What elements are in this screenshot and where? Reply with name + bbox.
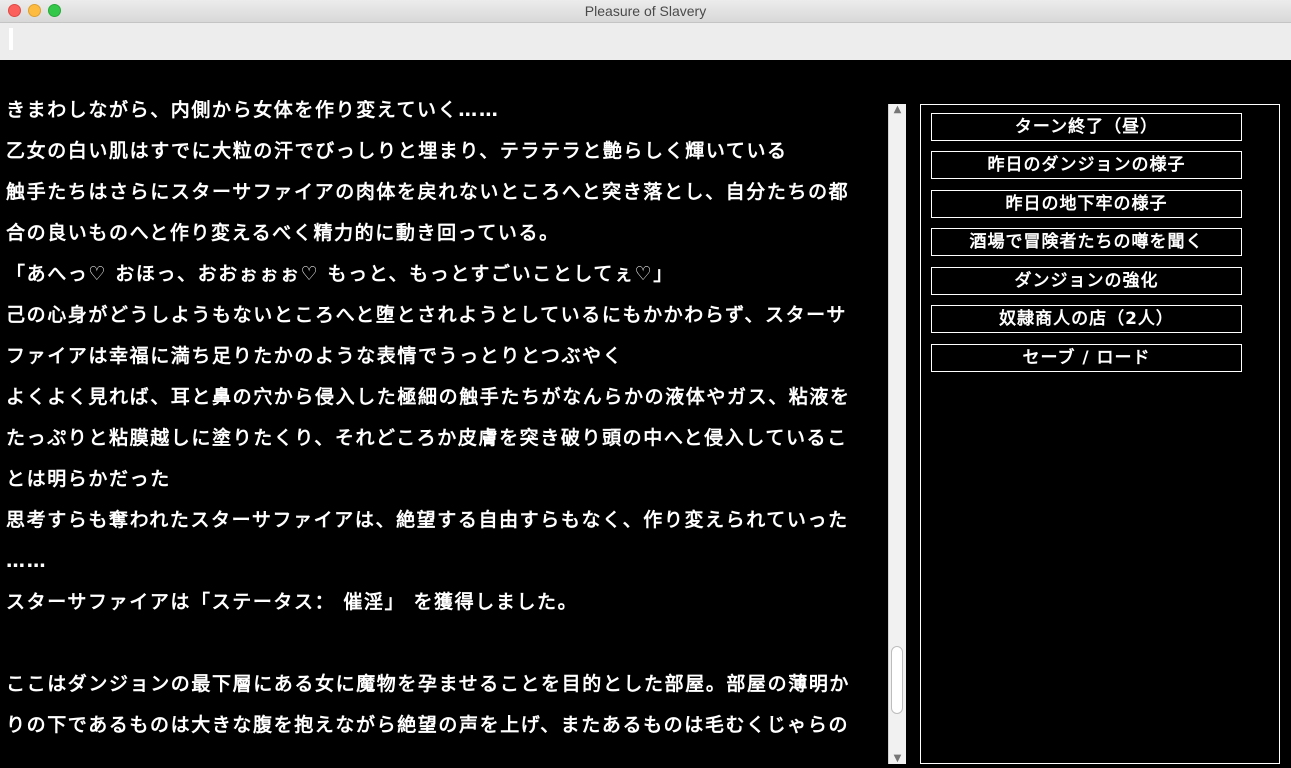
story-text-area: きまわしながら、内側から女体を作り変えていく…… 乙女の白い肌はすでに大粒の汗で… — [0, 100, 880, 768]
save-load-button[interactable]: セーブ / ロード — [931, 344, 1242, 372]
story-line: …… — [6, 550, 48, 572]
slave-shop-button[interactable]: 奴隷商人の店（2人） — [931, 305, 1242, 333]
dungeon-report-button[interactable]: 昨日のダンジョンの様子 — [931, 151, 1242, 179]
story-line: たっぷりと粘膜越しに塗りたくり、それどころか皮膚を突き破り頭の中へと侵入している… — [6, 427, 848, 449]
story-line: 乙女の白い肌はすでに大粒の汗でびっしりと埋まり、テラテラと艶らしく輝いている — [6, 140, 788, 162]
story-line: とは明らかだった — [6, 468, 171, 490]
command-input[interactable] — [0, 23, 1291, 60]
text-caret — [9, 28, 13, 50]
story-line: 触手たちはさらにスターサファイアの肉体を戻れないところへと突き落とし、自分たちの… — [6, 181, 850, 203]
scroll-down-arrow-icon[interactable]: ▼ — [889, 753, 906, 764]
window-title: Pleasure of Slavery — [584, 3, 707, 19]
story-line: 己の心身がどうしようもないところへと堕とされようとしているにもかかわらず、スター… — [6, 304, 847, 326]
story-scrollbar[interactable]: ▲ ▼ — [888, 104, 906, 764]
story-line: スターサファイアは「ステータス： 催淫」 を獲得しました。 — [6, 591, 579, 613]
story-line — [6, 623, 876, 664]
story-line: ファイアは幸福に満ち足りたかのような表情でうっとりとつぶやく — [6, 345, 624, 367]
title-bar: Pleasure of Slavery — [0, 0, 1291, 23]
scroll-up-arrow-icon[interactable]: ▲ — [889, 104, 906, 115]
story-line: 合の良いものへと作り変えるべく精力的に動き回っている。 — [6, 222, 560, 244]
story-line: よくよく見れば、耳と鼻の穴から侵入した極細の触手たちがなんらかの液体やガス、粘液… — [6, 386, 851, 408]
prison-report-button[interactable]: 昨日の地下牢の様子 — [931, 190, 1242, 218]
story-line: りの下であるものは大きな腹を抱えながら絶望の声を上げ、またあるものは毛むくじゃら… — [6, 714, 850, 736]
command-panel: ターン終了（昼） 昨日のダンジョンの様子 昨日の地下牢の様子 酒場で冒険者たちの… — [920, 104, 1280, 764]
scrollbar-thumb[interactable] — [891, 646, 903, 714]
story-line: 思考すらも奪われたスターサファイアは、絶望する自由すらもなく、作り変えられていっ… — [6, 509, 849, 531]
end-turn-button[interactable]: ターン終了（昼） — [931, 113, 1242, 141]
story-line: きまわしながら、内側から女体を作り変えていく…… — [6, 100, 500, 121]
story-line: ここはダンジョンの最下層にある女に魔物を孕ませることを目的とした部屋。部屋の薄明… — [6, 673, 851, 695]
tavern-rumors-button[interactable]: 酒場で冒険者たちの噂を聞く — [931, 228, 1242, 256]
strengthen-dungeon-button[interactable]: ダンジョンの強化 — [931, 267, 1242, 295]
story-line: 「あへっ♡ おほっ、おおぉぉぉ♡ もっと、もっとすごいことしてぇ♡」 — [6, 263, 674, 285]
